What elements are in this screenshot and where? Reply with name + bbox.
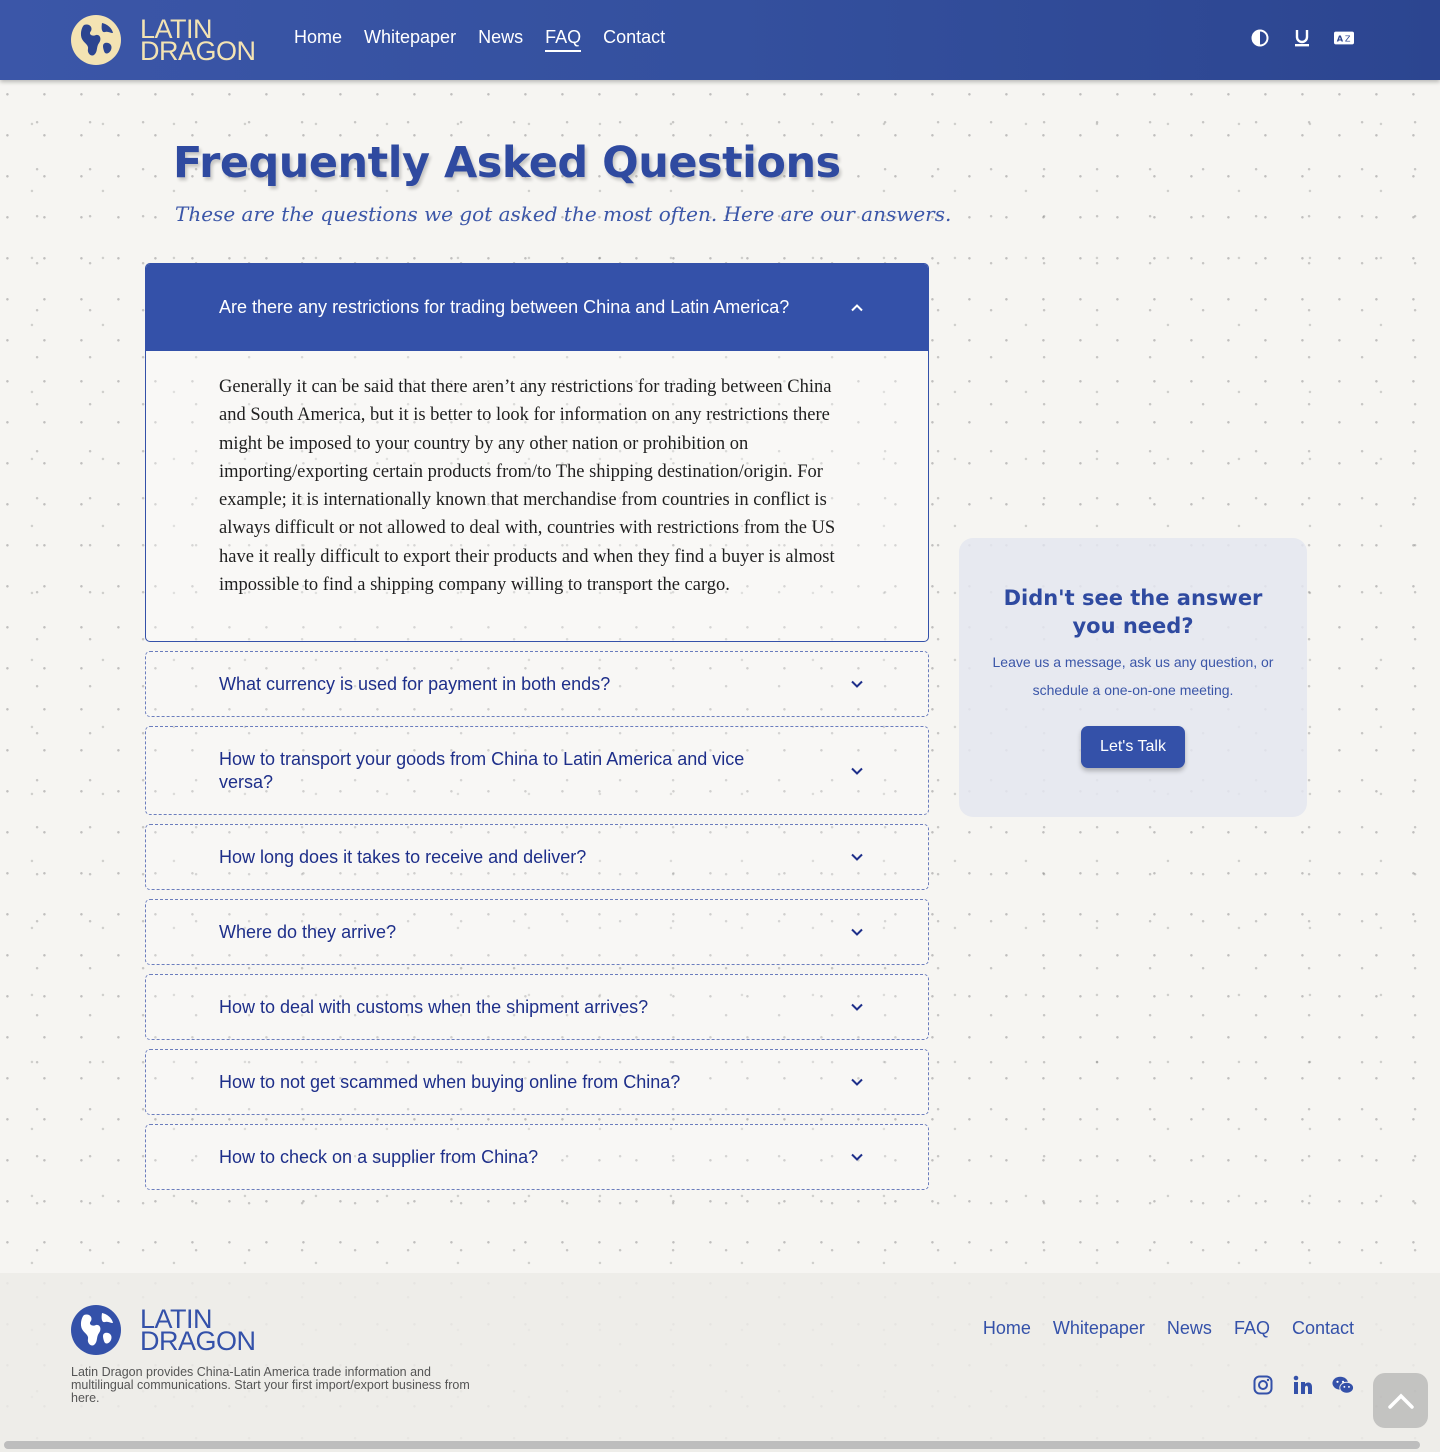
footer-nav-contact[interactable]: Contact: [1292, 1318, 1354, 1339]
underline-icon[interactable]: [1292, 28, 1312, 48]
faq-question-text: How to deal with customs when the shipme…: [219, 996, 649, 1017]
footer-nav-home[interactable]: Home: [983, 1318, 1031, 1339]
brand-line-2: DRAGON: [140, 36, 256, 66]
nav-whitepaper[interactable]: Whitepaper: [364, 27, 456, 52]
faq-question-button[interactable]: Are there any restrictions for trading b…: [146, 264, 928, 351]
chevron-down-icon: [851, 854, 863, 862]
faq-question-text: How long does it takes to receive and de…: [219, 846, 587, 867]
faq-question-text: How to check on a supplier from China?: [219, 1146, 539, 1167]
svg-text:Z: Z: [1345, 34, 1351, 44]
site-header: LATIN DRAGON Home Whitepaper News FAQ Co…: [0, 0, 1440, 80]
site-footer: LATIN DRAGON Latin Dragon provides China…: [0, 1273, 1440, 1452]
faq-question-button[interactable]: Where do they arrive?: [146, 900, 928, 964]
chevron-down-icon: [851, 1154, 863, 1162]
contact-cta-card: Didn't see the answer you need? Leave us…: [959, 538, 1307, 817]
svg-text:A: A: [1337, 34, 1344, 44]
wechat-icon[interactable]: [1332, 1374, 1354, 1396]
globe-logo-icon: [71, 15, 121, 65]
chevron-down-icon: [851, 767, 863, 775]
footer-logo[interactable]: LATIN DRAGON: [71, 1305, 256, 1355]
scroll-to-top-button[interactable]: [1373, 1373, 1428, 1428]
faq-question-button[interactable]: How long does it takes to receive and de…: [146, 825, 928, 889]
lets-talk-button[interactable]: Let's Talk: [1081, 726, 1185, 768]
brand-line-2: DRAGON: [140, 1326, 256, 1356]
contrast-icon[interactable]: [1250, 28, 1270, 48]
globe-logo-icon: [71, 1305, 121, 1355]
faq-question-button[interactable]: How to not get scammed when buying onlin…: [146, 1050, 928, 1114]
brand-name: LATIN DRAGON: [140, 1306, 256, 1356]
footer-description: Latin Dragon provides China-Latin Americ…: [71, 1365, 470, 1405]
nav-home[interactable]: Home: [294, 27, 342, 52]
horizontal-scrollbar[interactable]: [4, 1441, 1420, 1449]
faq-item: Are there any restrictions for trading b…: [145, 263, 929, 643]
faq-question-button[interactable]: What currency is used for payment in bot…: [146, 652, 928, 716]
faq-question-text: How to not get scammed when buying onlin…: [219, 1071, 681, 1092]
faq-item: How to deal with customs when the shipme…: [145, 974, 929, 1041]
faq-question-text: What currency is used for payment in bot…: [219, 673, 611, 694]
faq-question-text: Where do they arrive?: [219, 921, 397, 942]
cta-heading: Didn't see the answer you need?: [1003, 586, 1263, 638]
nav-contact[interactable]: Contact: [603, 27, 665, 52]
footer-nav-faq[interactable]: FAQ: [1234, 1318, 1270, 1339]
chevron-down-icon: [851, 1079, 863, 1087]
main-nav: Home Whitepaper News FAQ Contact: [294, 27, 665, 52]
chevron-up-icon: [851, 303, 863, 311]
header-logo[interactable]: LATIN DRAGON: [71, 15, 256, 65]
faq-question-text: Are there any restrictions for trading b…: [219, 297, 790, 317]
nav-news[interactable]: News: [478, 27, 523, 52]
chevron-up-icon: [1387, 1393, 1414, 1409]
faq-item: Where do they arrive?: [145, 899, 929, 966]
footer-nav: Home Whitepaper News FAQ Contact: [983, 1318, 1354, 1339]
page-subtitle: These are the questions we got asked the…: [175, 202, 952, 226]
faq-item: How to transport your goods from China t…: [145, 726, 929, 816]
faq-question-button[interactable]: How to transport your goods from China t…: [146, 727, 928, 814]
social-links: [1252, 1374, 1354, 1396]
faq-question-button[interactable]: How to check on a supplier from China?: [146, 1125, 928, 1189]
faq-question-button[interactable]: How to deal with customs when the shipme…: [146, 975, 928, 1039]
page-title: Frequently Asked Questions: [173, 138, 841, 188]
faq-item: How long does it takes to receive and de…: [145, 824, 929, 891]
faq-accordion: Are there any restrictions for trading b…: [145, 263, 929, 1199]
nav-faq[interactable]: FAQ: [545, 27, 582, 52]
chevron-down-icon: [851, 681, 863, 689]
faq-item: How to check on a supplier from China?: [145, 1124, 929, 1191]
faq-item: How to not get scammed when buying onlin…: [145, 1049, 929, 1116]
cta-text: Leave us a message, ask us any question,…: [992, 654, 1274, 698]
faq-item: What currency is used for payment in bot…: [145, 651, 929, 718]
linkedin-icon[interactable]: [1292, 1374, 1314, 1396]
footer-nav-news[interactable]: News: [1167, 1318, 1212, 1339]
translate-icon[interactable]: AZ: [1334, 28, 1354, 48]
faq-question-text: How to transport your goods from China t…: [219, 748, 745, 792]
footer-nav-whitepaper[interactable]: Whitepaper: [1053, 1318, 1145, 1339]
chevron-down-icon: [851, 1004, 863, 1012]
chevron-down-icon: [851, 929, 863, 937]
brand-name: LATIN DRAGON: [140, 16, 256, 66]
faq-answer: Generally it can be said that there aren…: [219, 377, 836, 596]
instagram-icon[interactable]: [1252, 1374, 1274, 1396]
accessibility-tools: AZ: [1250, 28, 1354, 48]
